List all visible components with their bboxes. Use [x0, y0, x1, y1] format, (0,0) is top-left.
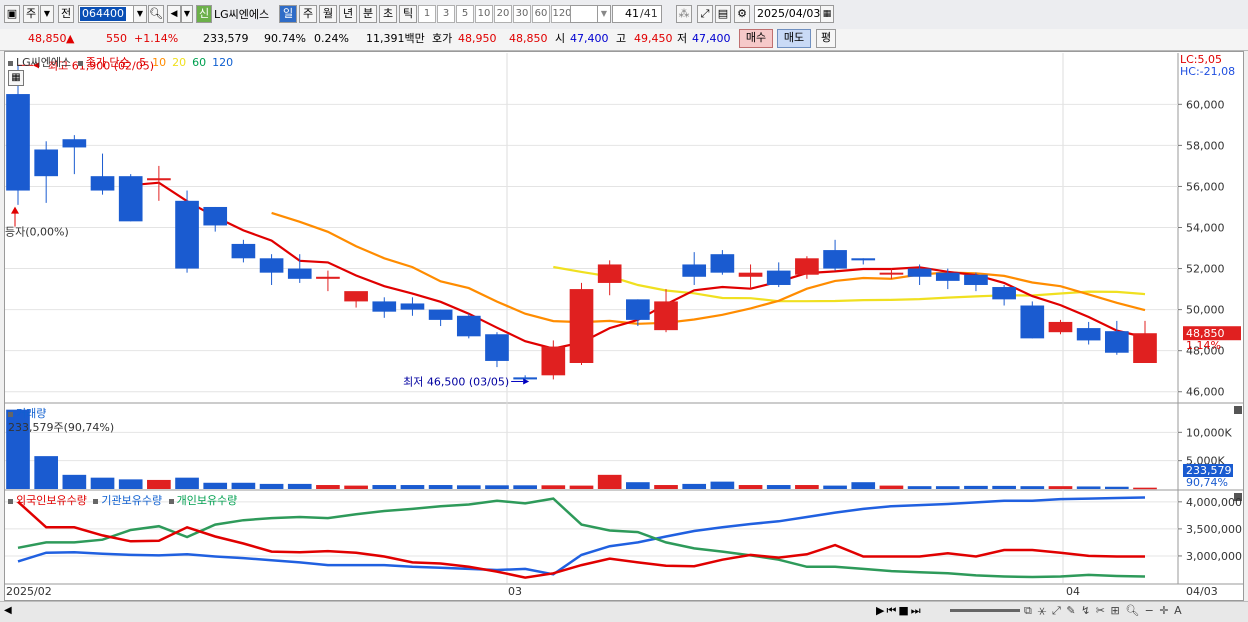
timeframe-틱[interactable]: 틱: [399, 5, 417, 23]
interval-60[interactable]: 60: [532, 5, 550, 23]
high-label: 고: [616, 32, 627, 45]
scroll-left-icon[interactable]: ◀: [4, 605, 12, 616]
ma-legend: 5 10 20 60 120: [133, 56, 233, 69]
trade-amount: 11,391백만: [366, 32, 425, 45]
open-label: 시: [555, 32, 566, 45]
volume-ratio: 90.74%: [264, 32, 306, 45]
buy-button[interactable]: 매수: [739, 29, 773, 48]
calendar-icon[interactable]: ▦: [820, 5, 834, 23]
period-dropdown-icon[interactable]: ▼: [40, 5, 54, 23]
timeframe-초[interactable]: 초: [379, 5, 397, 23]
legend-stock-name: LG씨엔에스: [16, 56, 72, 69]
timeframe-일[interactable]: 일: [279, 5, 297, 23]
open-price: 47,400: [570, 32, 609, 45]
volume-value: 233,579: [203, 32, 249, 45]
legend-square-icon: [8, 498, 13, 504]
interval-30[interactable]: 30: [513, 5, 531, 23]
speaker-icon[interactable]: ◀: [167, 5, 181, 23]
interval-3[interactable]: 3: [437, 5, 455, 23]
tools-icons[interactable]: ⧉ ⚹ ⤢ ✎ ↯ ✂ ⊞ 🔍︎ − ✛ A: [1024, 604, 1183, 618]
sell-button[interactable]: 매도: [777, 29, 811, 48]
legend-foreign: 외국인보유수량: [16, 494, 87, 507]
stock-name: LG씨엔에스: [214, 8, 270, 21]
link-icon[interactable]: ⁂: [676, 5, 692, 23]
eval-button[interactable]: 평: [816, 29, 836, 48]
low-price: 47,400: [692, 32, 731, 45]
speaker-dropdown-icon[interactable]: ▼: [181, 5, 193, 23]
legend-square-icon: [77, 60, 83, 66]
stock-code-input[interactable]: 064400: [78, 5, 134, 23]
gear-icon[interactable]: ⚙: [734, 5, 750, 23]
hc-label: HC:-21,08: [1180, 65, 1236, 78]
zoom-slider[interactable]: [950, 609, 1020, 612]
interval-1[interactable]: 1: [418, 5, 436, 23]
code-dropdown-icon[interactable]: ▼: [133, 5, 147, 23]
legend-ma-10: 10: [152, 56, 167, 69]
tool-icon[interactable]: ⤢: [697, 5, 713, 23]
legend-ma-60: 60: [192, 56, 207, 69]
new-badge: 신: [196, 5, 212, 23]
hoga-label: 호가: [432, 32, 453, 45]
main-toolbar: ▣ 주 ▼ 전 064400 ▼ 🔍︎ ◀ ▼ 신 LG씨엔에스 일주월년분초틱…: [0, 0, 1248, 30]
quote-bar: 48,850 ▲ 550 +1.14% 233,579 90.74% 0.24%…: [0, 29, 1248, 51]
date-input[interactable]: 2025/04/03: [754, 5, 822, 23]
chart-frame: [4, 51, 1244, 601]
legend-ma-title: 종가 단순: [85, 56, 130, 69]
legend-ma-5: 5: [139, 56, 147, 69]
timeframe-분[interactable]: 분: [359, 5, 377, 23]
legend-square-icon: [93, 498, 99, 504]
interval-dropdown-icon[interactable]: ▼: [597, 5, 611, 23]
interval-10[interactable]: 10: [475, 5, 493, 23]
legend-institution: 기관보유수량: [101, 494, 163, 507]
current-price: 48,850: [28, 32, 67, 45]
x-axis-start: 2025/02: [6, 585, 52, 598]
save-icon[interactable]: ▤: [715, 5, 731, 23]
price-change-pct: +1.14%: [134, 32, 179, 45]
holding-legend: 외국인보유수량 기관보유수량 개인보유수량: [8, 492, 237, 508]
playback-controls[interactable]: ▶⏮■⏭: [876, 604, 946, 618]
timeframe-년[interactable]: 년: [339, 5, 357, 23]
legend-ma-20: 20: [172, 56, 187, 69]
search-icon[interactable]: 🔍︎: [148, 5, 164, 23]
bid-price: 48,850: [509, 32, 548, 45]
legend-square-icon: [8, 60, 13, 66]
turnover-rate: 0.24%: [314, 32, 349, 45]
interval-5[interactable]: 5: [456, 5, 474, 23]
x-axis-right: 04/03: [1186, 585, 1218, 598]
x-axis-end: 04: [1066, 585, 1080, 598]
volume-info: 233,579주(90,74%): [8, 421, 115, 434]
x-axis-mid: 03: [508, 585, 522, 598]
price-panel-legend: LG씨엔에스 종가 단순 5 10 20 60 120: [8, 54, 233, 70]
legend-square-icon: [168, 498, 174, 504]
price-change: 550: [106, 32, 127, 45]
period-button[interactable]: 주: [23, 5, 39, 23]
interval-20[interactable]: 20: [494, 5, 512, 23]
legend-ma-120: 120: [212, 56, 234, 69]
up-arrow-icon: ▲: [66, 32, 75, 45]
prev-button[interactable]: 전: [58, 5, 74, 23]
legend-individual: 개인보유수량: [176, 494, 238, 507]
high-price: 49,450: [634, 32, 673, 45]
chart-scrollbar[interactable]: ◀ ▶⏮■⏭ ⧉ ⚹ ⤢ ✎ ↯ ✂ ⊞ 🔍︎ − ✛ A: [0, 601, 1248, 622]
calendar-icon[interactable]: ▦: [8, 70, 24, 86]
timeframe-주[interactable]: 주: [299, 5, 317, 23]
legend-square-icon: [8, 411, 13, 417]
menu-icon[interactable]: ▣: [4, 5, 20, 23]
count-field[interactable]: 41/41: [612, 5, 662, 23]
ask-price: 48,950: [458, 32, 497, 45]
low-label: 저: [677, 32, 688, 45]
timeframe-월[interactable]: 월: [319, 5, 337, 23]
